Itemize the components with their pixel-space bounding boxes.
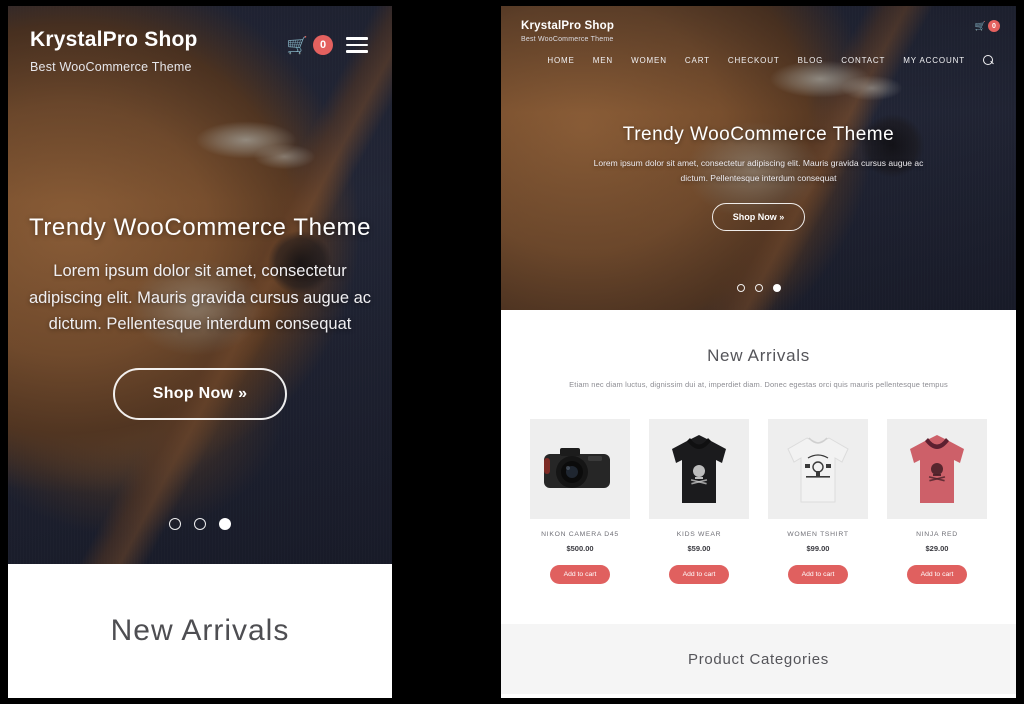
slider-dot-3[interactable] xyxy=(219,518,231,530)
search-icon[interactable] xyxy=(983,55,994,66)
nav-item-blog[interactable]: BLOG xyxy=(798,56,824,65)
shopping-cart-icon: 🛒 xyxy=(974,20,986,31)
cart-button[interactable]: 🛒 0 xyxy=(287,35,333,55)
site-title: KrystalPro Shop xyxy=(30,28,198,51)
add-to-cart-button[interactable]: Add to cart xyxy=(787,565,849,584)
mobile-hero-content: Trendy WooCommerce Theme Lorem ipsum dol… xyxy=(8,214,392,421)
product-card[interactable]: WOMEN TSHIRT $99.00 Add to cart xyxy=(768,419,868,584)
add-to-cart-button[interactable]: Add to cart xyxy=(549,565,611,584)
nav-item-checkout[interactable]: CHECKOUT xyxy=(728,56,780,65)
hero-paragraph: Lorem ipsum dolor sit amet, consectetur … xyxy=(28,262,372,334)
shop-now-button[interactable]: Shop Now » xyxy=(711,203,806,232)
mobile-preview-panel: KrystalPro Shop Best WooCommerce Theme 🛒… xyxy=(8,6,392,698)
preview-stage: KrystalPro Shop Best WooCommerce Theme 🛒… xyxy=(0,0,1024,704)
mobile-header: KrystalPro Shop Best WooCommerce Theme 🛒… xyxy=(8,6,392,74)
product-name: KIDS WEAR xyxy=(676,531,722,538)
site-tagline: Best WooCommerce Theme xyxy=(521,36,614,43)
shopping-cart-icon: 🛒 xyxy=(286,35,308,55)
product-card[interactable]: NIKON CAMERA D45 $500.00 Add to cart xyxy=(530,419,630,584)
nav-item-my-account[interactable]: MY ACCOUNT xyxy=(903,56,965,65)
product-categories-section: Product Categories xyxy=(501,624,1016,694)
desktop-hero-slider: KrystalPro Shop Best WooCommerce Theme 🛒… xyxy=(501,6,1016,310)
hamburger-bar xyxy=(346,50,368,53)
product-price: $29.00 xyxy=(925,544,949,553)
nav-item-men[interactable]: MEN xyxy=(593,56,613,65)
new-arrivals-subtitle: Etiam nec diam luctus, dignissim dui at,… xyxy=(569,380,948,389)
desktop-slider-dots xyxy=(501,284,1016,292)
product-categories-heading: Product Categories xyxy=(687,650,829,668)
slider-dot-1[interactable] xyxy=(736,284,745,292)
site-tagline: Best WooCommerce Theme xyxy=(30,60,192,75)
slider-dot-2[interactable] xyxy=(754,284,763,292)
hero-heading: Trendy WooCommerce Theme xyxy=(28,214,372,241)
dslr-camera-photo[interactable] xyxy=(530,419,630,519)
main-navigation: HOME MEN WOMEN CART CHECKOUT BLOG CONTAC… xyxy=(501,43,1016,66)
desktop-preview-panel: KrystalPro Shop Best WooCommerce Theme 🛒… xyxy=(501,6,1016,698)
site-title: KrystalPro Shop xyxy=(521,20,615,32)
desktop-new-arrivals-section: New Arrivals Etiam nec diam luctus, dign… xyxy=(501,310,1016,389)
new-arrivals-heading: New Arrivals xyxy=(707,346,810,365)
new-arrivals-heading: New Arrivals xyxy=(110,614,290,647)
desktop-header: KrystalPro Shop Best WooCommerce Theme 🛒… xyxy=(501,6,1016,43)
product-name: NIKON CAMERA D45 xyxy=(541,531,619,538)
product-card[interactable]: NINJA RED $29.00 Add to cart xyxy=(887,419,987,584)
mobile-brand[interactable]: KrystalPro Shop Best WooCommerce Theme xyxy=(30,28,198,74)
nav-item-women[interactable]: WOMEN xyxy=(631,56,667,65)
hamburger-menu-icon[interactable] xyxy=(344,35,370,55)
hamburger-bar xyxy=(346,43,368,47)
product-price: $99.00 xyxy=(806,544,830,553)
desktop-brand[interactable]: KrystalPro Shop Best WooCommerce Theme xyxy=(521,20,614,43)
red-hoodie-photo[interactable] xyxy=(887,419,987,519)
white-graphic-tshirt-photo[interactable] xyxy=(768,419,868,519)
add-to-cart-button[interactable]: Add to cart xyxy=(906,565,968,584)
product-price: $59.00 xyxy=(687,544,711,553)
hamburger-bar xyxy=(346,37,368,40)
slider-dot-2[interactable] xyxy=(194,518,206,530)
mobile-new-arrivals-section: New Arrivals xyxy=(8,564,392,698)
nav-item-contact[interactable]: CONTACT xyxy=(841,56,885,65)
product-price: $500.00 xyxy=(566,544,594,553)
cart-count-badge: 0 xyxy=(313,35,333,55)
slider-dot-1[interactable] xyxy=(169,518,181,530)
hero-paragraph: Lorem ipsum dolor sit amet, consectetur … xyxy=(593,158,924,183)
product-card[interactable]: KIDS WEAR $59.00 Add to cart xyxy=(649,419,749,584)
desktop-hero-content: Trendy WooCommerce Theme Lorem ipsum dol… xyxy=(501,124,1016,232)
add-to-cart-button[interactable]: Add to cart xyxy=(668,565,730,584)
slider-dot-3[interactable] xyxy=(772,284,781,292)
cart-count-badge: 0 xyxy=(988,20,1000,32)
cart-button[interactable]: 🛒 0 xyxy=(975,20,1000,32)
mobile-hero-slider: KrystalPro Shop Best WooCommerce Theme 🛒… xyxy=(8,6,392,564)
shop-now-button[interactable]: Shop Now » xyxy=(112,368,288,421)
product-grid: NIKON CAMERA D45 $500.00 Add to cart KID… xyxy=(501,389,1016,624)
black-skull-hoodie-photo[interactable] xyxy=(649,419,749,519)
product-name: NINJA RED xyxy=(916,531,958,538)
nav-item-cart[interactable]: CART xyxy=(685,56,710,65)
hero-heading: Trendy WooCommerce Theme xyxy=(622,124,895,145)
product-name: WOMEN TSHIRT xyxy=(787,531,849,538)
mobile-slider-dots xyxy=(8,518,392,530)
nav-item-home[interactable]: HOME xyxy=(547,56,574,65)
